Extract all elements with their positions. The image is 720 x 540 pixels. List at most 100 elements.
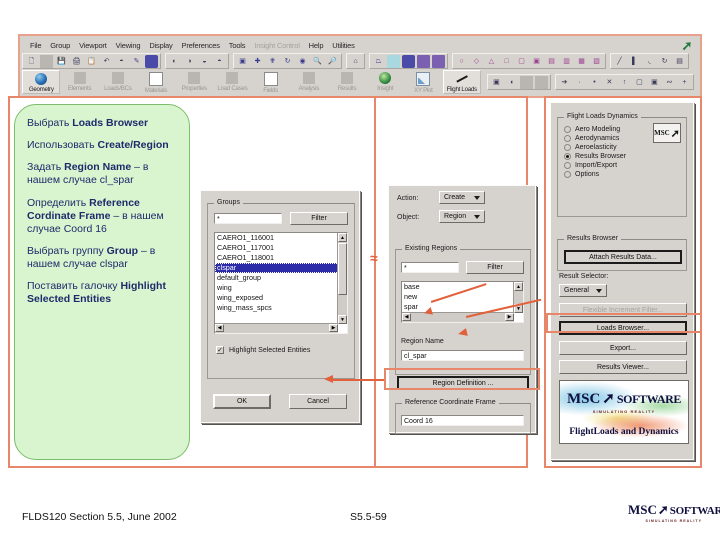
new-file-icon[interactable]: 🗋 [25,55,38,68]
rotate-left-icon[interactable]: ◐ [168,55,181,68]
menu-item-file[interactable]: File [30,41,42,50]
tab-elements[interactable]: Elements [60,70,98,94]
scroll-up-arrow-icon[interactable]: ▲ [514,282,523,291]
radio-aeroelasticity[interactable]: Aeroelasticity [564,144,686,151]
list-item[interactable]: CAERO1_118001 [215,253,347,263]
menu-item-tools[interactable]: Tools [229,41,246,50]
pick-cursor-icon[interactable]: ➔ [558,76,571,89]
cancel-button[interactable]: Cancel [289,394,347,409]
reset-graphics-icon[interactable]: ▤ [673,55,686,68]
result-selector-dropdown[interactable]: General [559,284,607,297]
plot-erase-icon[interactable]: ╱ [613,55,626,68]
radio-icon[interactable] [564,144,571,151]
wireframe-icon[interactable]: ⏢ [372,55,385,68]
fl-block2-icon[interactable] [534,75,548,89]
zoom-in-icon[interactable]: 🔎 [326,55,339,68]
zoom-out-icon[interactable]: 🔍 [311,55,324,68]
list-item[interactable]: wing_mass_spcs [215,303,347,313]
scroll-down-arrow-icon[interactable]: ▼ [338,315,347,324]
highlight-selected-entities-checkbox-row[interactable]: ✓ Highlight Selected Entities [216,346,310,354]
fl-block1-icon[interactable] [519,75,533,89]
hidden-line-icon[interactable] [387,54,400,68]
existing-regions-filter-button[interactable]: Filter [466,261,524,274]
rotate-down-icon[interactable]: ◓ [213,55,226,68]
pick-curve-icon[interactable]: ✕ [603,76,616,89]
list-item[interactable]: wing_exposed [215,293,347,303]
refresh-icon[interactable]: ↻ [658,55,671,68]
pick-node-icon[interactable]: • [588,76,601,89]
tab-load-cases[interactable]: Load Cases [213,70,251,94]
pan-icon[interactable]: ✚ [251,55,264,68]
fit-view-icon[interactable]: ▣ [236,55,249,68]
fl-sweep-icon[interactable]: ◖ [505,76,518,89]
scroll-right-arrow-icon[interactable]: ▶ [505,313,514,321]
reference-coordinate-frame-input[interactable]: Coord 16 [401,415,524,426]
tab-xy-plot[interactable]: XY Plot [404,70,442,94]
action-dropdown[interactable]: Create [439,191,485,204]
results-viewer-button[interactable]: Results Viewer... [559,360,687,374]
rotate-right-icon[interactable]: ◑ [183,55,196,68]
expand-arrow-icon[interactable]: ➚ [678,38,696,54]
highlight-selected-entities-checkbox[interactable]: ✓ [216,346,224,354]
menu-item-group[interactable]: Group [50,41,70,50]
list-item[interactable]: CAERO1_117001 [215,243,347,253]
scroll-left-arrow-icon[interactable]: ◀ [215,324,224,332]
tab-fields[interactable]: Fields [251,70,289,94]
groups-list[interactable]: CAERO1_116001 CAERO1_117001 CAERO1_11800… [214,232,348,334]
pick-add-icon[interactable]: + [678,76,691,89]
home-view-icon[interactable]: ⌂ [349,55,362,68]
globe-view-icon[interactable]: ◉ [296,55,309,68]
copy-icon[interactable]: 📋 [85,55,98,68]
region-name-input[interactable]: cl_spar [401,350,524,361]
scroll-thumb[interactable] [338,243,347,295]
menu-item-display[interactable]: Display [149,41,172,50]
label-load-icon[interactable]: ▦ [575,55,588,68]
list-item[interactable]: CAERO1_116001 [215,233,347,243]
hide-entity-icon[interactable]: ▌ [628,55,641,68]
tab-geometry[interactable]: Geometry [22,70,61,94]
label-all-icon[interactable]: ▧ [590,55,603,68]
groups-list-horizontal-scrollbar[interactable]: ◀ ▶ [215,323,338,333]
group-filter-button[interactable]: Filter [290,212,348,225]
free-edge-icon[interactable] [432,54,445,68]
label-surface-icon[interactable]: ▢ [515,55,528,68]
label-node-icon[interactable]: ○ [455,55,468,68]
menu-item-viewport[interactable]: Viewport [79,41,107,50]
radio-icon[interactable] [564,135,571,142]
label-element-icon[interactable]: ◇ [470,55,483,68]
fl-copy-icon[interactable]: ▣ [490,76,503,89]
list-item[interactable]: default_group [215,273,347,283]
tab-materials[interactable]: Materials [137,70,175,94]
pencil-icon[interactable]: ✎ [130,55,143,68]
open-file-icon[interactable] [40,54,53,68]
tab-insight[interactable]: Insight [366,70,404,94]
scroll-left-arrow-icon[interactable]: ◀ [402,313,411,321]
list-item[interactable]: wing [215,283,347,293]
tab-loads-bcs[interactable]: Loads/BCs [99,70,137,94]
radio-icon[interactable] [564,126,571,133]
pick-point-icon[interactable]: · [573,76,586,89]
export-button[interactable]: Export... [559,341,687,355]
scroll-up-arrow-icon[interactable]: ▲ [338,233,347,242]
radio-options[interactable]: Options [564,171,686,178]
save-icon[interactable]: 💾 [55,55,68,68]
scroll-right-arrow-icon[interactable]: ▶ [329,324,338,332]
radio-results-browser[interactable]: Results Browser [564,153,686,160]
menu-item-utilities[interactable]: Utilities [332,41,355,50]
existing-regions-horizontal-scrollbar[interactable]: ◀ ▶ [402,312,514,322]
existing-regions-filter-input[interactable]: * [401,262,459,273]
smooth-shade-icon[interactable] [417,54,430,68]
label-solid-icon[interactable]: ▣ [530,55,543,68]
ok-button[interactable]: OK [213,394,271,409]
pick-free-icon[interactable]: ∾ [663,76,676,89]
menu-item-preferences[interactable]: Preferences [182,41,220,50]
list-item-selected[interactable]: clspar [215,263,347,273]
existing-regions-list[interactable]: base new spar ▲ ▼ ◀ ▶ [401,281,524,323]
radio-icon[interactable] [564,162,571,169]
label-point-icon[interactable]: △ [485,55,498,68]
existing-regions-vertical-scrollbar[interactable]: ▲ ▼ [513,282,523,313]
menu-item-viewing[interactable]: Viewing [116,41,141,50]
rotate-up-icon[interactable]: ◒ [198,55,211,68]
show-entity-icon[interactable]: ◟ [643,55,656,68]
label-coord-icon[interactable]: ▤ [545,55,558,68]
